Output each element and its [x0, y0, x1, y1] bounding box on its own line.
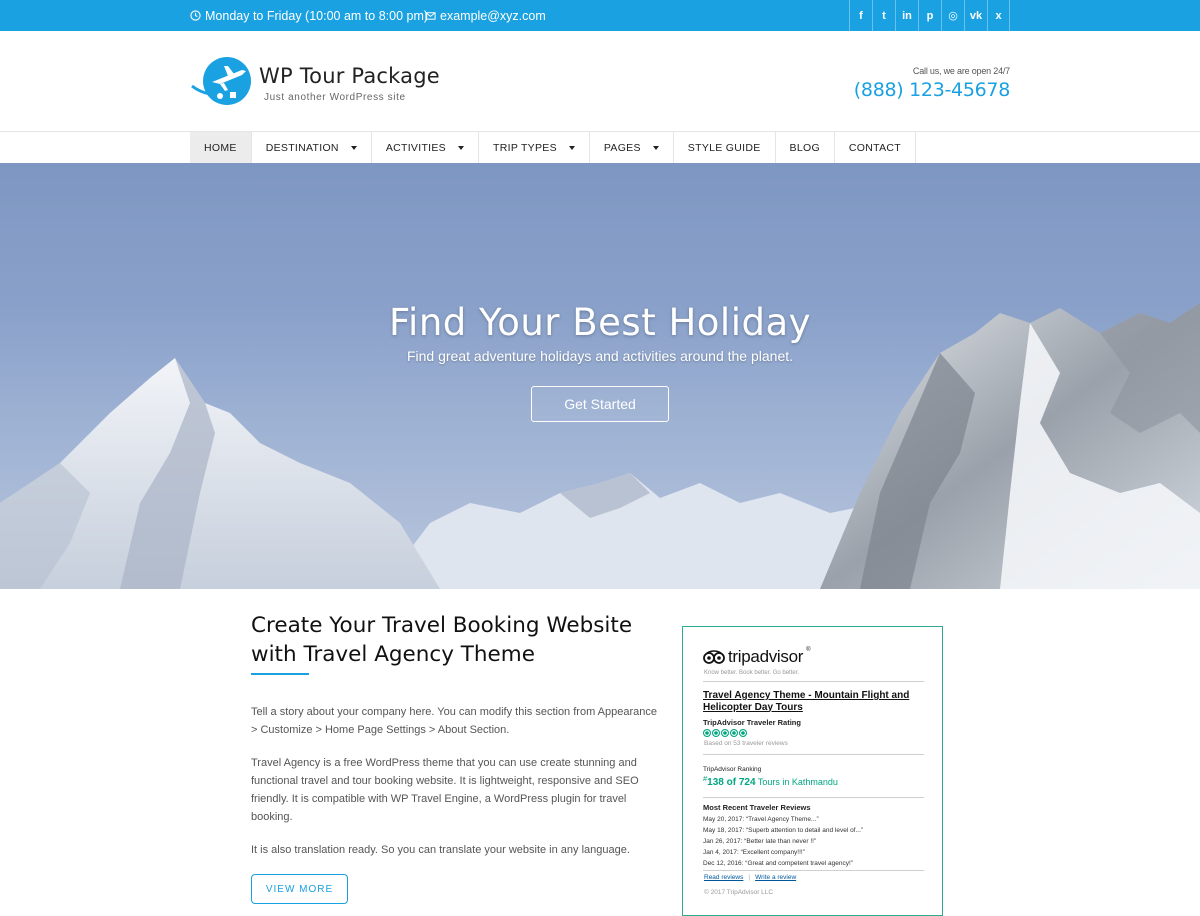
- ranking-suffix: Tours in Kathmandu: [755, 777, 838, 787]
- review-item[interactable]: Jan 26, 2017: “Better late than never !!…: [703, 836, 863, 847]
- review-item[interactable]: May 20, 2017: “Travel Agency Theme...”: [703, 814, 863, 825]
- rating-bubble-icon: [721, 729, 729, 737]
- about-paragraph-2: Travel Agency is a free WordPress theme …: [251, 757, 639, 823]
- tripadvisor-logo-text: tripadvisor: [728, 647, 804, 666]
- nav-item-label: BLOG: [789, 141, 820, 154]
- site-tagline: Just another WordPress site: [264, 92, 406, 103]
- divider: [703, 870, 924, 871]
- recent-reviews-label: Most Recent Traveler Reviews: [703, 803, 811, 812]
- caret-down-icon: [652, 145, 659, 150]
- phone-number[interactable]: (888) 123-45678: [854, 79, 1011, 101]
- caret-down-icon: [458, 145, 464, 150]
- nav-item-label: HOME: [204, 141, 237, 154]
- top-bar: Monday to Friday (10:00 am to 8:00 pm) e…: [0, 0, 1200, 31]
- get-started-button[interactable]: Get Started: [531, 386, 669, 422]
- mountain-background-image: [0, 303, 1200, 589]
- nav-item-blog[interactable]: BLOG: [776, 132, 835, 163]
- tripadvisor-owl-icon: [703, 650, 725, 664]
- rating-bubble-icon: [712, 729, 720, 737]
- twitter-icon[interactable]: t: [872, 0, 895, 31]
- nav-item-pages[interactable]: PAGES: [590, 132, 674, 163]
- hero-subtitle: Find great adventure holidays and activi…: [406, 348, 794, 364]
- about-paragraph-1: Tell a story about your company here. Yo…: [251, 706, 658, 736]
- nav-item-contact[interactable]: CONTACT: [835, 132, 916, 163]
- nav-item-style-guide[interactable]: STYLE GUIDE: [674, 132, 776, 163]
- nav-item-label: TRIP TYPES: [493, 141, 557, 154]
- nav-item-label: DESTINATION: [265, 141, 339, 154]
- registered-mark: ®: [806, 647, 811, 653]
- vk-icon[interactable]: vk: [964, 0, 987, 31]
- nav-item-label: CONTACT: [848, 141, 901, 154]
- tripadvisor-copyright: © 2017 TripAdvisor LLC: [704, 889, 774, 896]
- title-underline: [251, 673, 309, 675]
- main-navigation: HOME DESTINATION ACTIVITIES TRIP TYPES P…: [0, 131, 1200, 163]
- email-text[interactable]: example@xyz.com: [440, 9, 546, 23]
- divider: [703, 797, 924, 798]
- rating-bubble-icon: [739, 729, 747, 737]
- rating-bubble-icon: [703, 729, 711, 737]
- xing-icon[interactable]: x: [987, 0, 1010, 31]
- nav-item-label: ACTIVITIES: [385, 141, 446, 154]
- tripadvisor-logo[interactable]: tripadvisor ®: [703, 647, 811, 667]
- clock-icon: [190, 10, 201, 21]
- opening-hours-text: Monday to Friday (10:00 am to 8:00 pm): [205, 8, 429, 23]
- review-links: Read reviews | Write a review: [704, 874, 796, 881]
- site-header: WP Tour Package Just another WordPress s…: [0, 31, 1200, 131]
- rating-bubbles: [703, 729, 747, 737]
- ranking-label: TripAdvisor Ranking: [703, 766, 762, 773]
- based-on-reviews: Based on 53 traveler reviews: [704, 740, 788, 747]
- caret-down-icon: [568, 145, 575, 150]
- write-review-link[interactable]: Write a review: [755, 874, 796, 881]
- opening-hours: Monday to Friday (10:00 am to 8:00 pm): [190, 0, 428, 31]
- site-title[interactable]: WP Tour Package: [259, 64, 440, 88]
- call-label: Call us, we are open 24/7: [912, 66, 1010, 76]
- linkedin-icon[interactable]: in: [895, 0, 918, 31]
- rating-label: TripAdvisor Traveler Rating: [703, 718, 801, 727]
- rating-bubble-icon: [730, 729, 738, 737]
- review-item[interactable]: May 18, 2017: “Superb attention to detai…: [703, 825, 863, 836]
- nav-item-trip-types[interactable]: TRIP TYPES: [479, 132, 590, 163]
- caret-down-icon: [350, 145, 357, 150]
- nav-item-label: STYLE GUIDE: [687, 141, 761, 154]
- about-title: Create Your Travel Booking Website with …: [251, 613, 633, 667]
- nav-item-label: PAGES: [603, 141, 641, 154]
- facebook-icon[interactable]: f: [849, 0, 872, 31]
- hero-banner: Find Your Best Holiday Find great advent…: [0, 163, 1200, 589]
- email-link[interactable]: example@xyz.com: [425, 0, 546, 31]
- ranking-number: 138 of 724: [707, 777, 756, 788]
- tripadvisor-tagline: Know better. Book better. Go better.: [704, 670, 800, 676]
- listing-link[interactable]: Travel Agency Theme - Mountain Flight an…: [703, 690, 928, 713]
- separator: |: [748, 874, 751, 881]
- hero-title: Find Your Best Holiday: [388, 301, 812, 344]
- divider: [703, 681, 924, 682]
- envelope-icon: [425, 12, 436, 20]
- about-paragraph-3: It is also translation ready. So you can…: [251, 844, 630, 856]
- tripadvisor-widget: tripadvisor ® Know better. Book better. …: [682, 626, 943, 916]
- airplane-logo-icon[interactable]: [190, 56, 252, 106]
- pinterest-icon[interactable]: p: [918, 0, 941, 31]
- social-links: f t in p ◎ vk x: [849, 0, 1010, 31]
- instagram-icon[interactable]: ◎: [941, 0, 964, 31]
- nav-item-activities[interactable]: ACTIVITIES: [372, 132, 479, 163]
- divider: [703, 754, 924, 755]
- nav-item-destination[interactable]: DESTINATION: [252, 132, 372, 163]
- recent-reviews-list: May 20, 2017: “Travel Agency Theme...” M…: [703, 814, 863, 869]
- review-item[interactable]: Dec 12, 2016: “Great and competent trave…: [703, 858, 863, 869]
- ranking-value[interactable]: #138 of 724 Tours in Kathmandu: [703, 774, 838, 788]
- review-item[interactable]: Jan 4, 2017: “Excellent company!!!”: [703, 847, 863, 858]
- read-reviews-link[interactable]: Read reviews: [704, 874, 743, 881]
- nav-item-home[interactable]: HOME: [190, 132, 252, 163]
